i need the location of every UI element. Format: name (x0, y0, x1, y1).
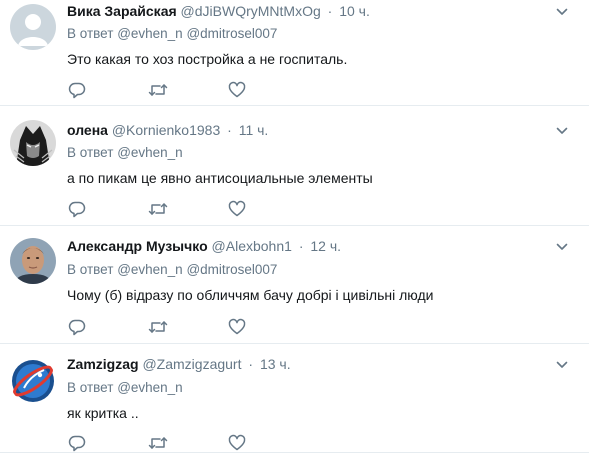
tweet-header: Вика Зарайская @dJiBWQryMNtMxOg · 10 ч. (67, 2, 370, 20)
reply-context: В ответ @evhen_n @dmitrosel007 (67, 25, 277, 43)
reply-mentions[interactable]: @evhen_n @dmitrosel007 (117, 26, 277, 41)
tweet-header: Zamzigzag @Zamzigzagurt · 13 ч. (67, 355, 291, 373)
display-name[interactable]: Александр Музычко (67, 238, 208, 254)
chevron-down-icon[interactable] (556, 124, 568, 136)
display-name[interactable]: Вика Зарайская (67, 3, 177, 19)
chevron-down-icon[interactable] (556, 5, 568, 17)
reply-context: В ответ @evhen_n (67, 144, 183, 162)
user-handle[interactable]: @Alexbohn1 (212, 238, 292, 254)
tweet-header: олена @Kornienko1983 · 11 ч. (67, 121, 268, 139)
tweet-text: а по пикам це явно антисоциальные элемен… (67, 170, 373, 186)
user-handle[interactable]: @Zamzigzagurt (142, 356, 241, 372)
reply-prefix: В ответ (67, 262, 114, 277)
user-handle[interactable]: @dJiBWQryMNtMxOg (181, 3, 321, 19)
heart-icon[interactable] (227, 80, 249, 100)
display-name[interactable]: Zamzigzag (67, 356, 139, 372)
tweet[interactable]: олена @Kornienko1983 · 11 ч. В ответ @ev… (0, 106, 589, 226)
retweet-icon[interactable] (147, 199, 169, 219)
reply-icon[interactable] (67, 317, 89, 337)
reply-prefix: В ответ (67, 26, 114, 41)
timestamp[interactable]: 13 ч. (260, 356, 291, 372)
tweet[interactable]: Zamzigzag @Zamzigzagurt · 13 ч. В ответ … (0, 344, 589, 453)
reply-mentions[interactable]: @evhen_n @dmitrosel007 (117, 262, 277, 277)
heart-icon[interactable] (227, 317, 249, 337)
heart-icon[interactable] (227, 433, 249, 453)
tweet-actions (67, 199, 307, 219)
chevron-down-icon[interactable] (556, 358, 568, 370)
separator-dot: · (248, 356, 254, 372)
reply-context: В ответ @evhen_n @dmitrosel007 (67, 261, 277, 279)
chevron-down-icon[interactable] (556, 240, 568, 252)
retweet-icon[interactable] (147, 317, 169, 337)
separator-dot: · (298, 238, 304, 254)
retweet-icon[interactable] (147, 433, 169, 453)
tweet[interactable]: Вика Зарайская @dJiBWQryMNtMxOg · 10 ч. … (0, 0, 589, 106)
timestamp[interactable]: 11 ч. (239, 122, 269, 138)
timestamp[interactable]: 10 ч. (339, 3, 370, 19)
man-photo-avatar-icon[interactable] (10, 238, 56, 284)
default-profile-icon[interactable] (10, 4, 56, 50)
user-handle[interactable]: @Kornienko1983 (112, 122, 220, 138)
tweet-text: Это какая то хоз постройка а не госпитал… (67, 51, 348, 67)
reply-prefix: В ответ (67, 380, 114, 395)
tweet-text: Чому (б) відразу по обличчям бачу добрі … (67, 287, 434, 303)
tweet-header: Александр Музычко @Alexbohn1 · 12 ч. (67, 237, 341, 255)
tweet-actions (67, 317, 307, 337)
reply-icon[interactable] (67, 80, 89, 100)
reply-mentions[interactable]: @evhen_n (117, 145, 183, 160)
heart-icon[interactable] (227, 199, 249, 219)
tweet-actions (67, 433, 307, 453)
reply-context: В ответ @evhen_n (67, 379, 183, 397)
reply-icon[interactable] (67, 433, 89, 453)
planet-express-logo-icon[interactable] (10, 358, 56, 404)
tweet-actions (67, 80, 307, 100)
display-name[interactable]: олена (67, 122, 108, 138)
separator-dot: · (327, 3, 333, 19)
tweet[interactable]: Александр Музычко @Alexbohn1 · 12 ч. В о… (0, 226, 589, 344)
reply-icon[interactable] (67, 199, 89, 219)
separator-dot: · (227, 122, 232, 138)
tweet-text: як критка .. (67, 405, 139, 421)
timestamp[interactable]: 12 ч. (310, 238, 341, 254)
wolverine-avatar-icon[interactable] (10, 120, 56, 166)
reply-mentions[interactable]: @evhen_n (117, 380, 183, 395)
retweet-icon[interactable] (147, 80, 169, 100)
reply-prefix: В ответ (67, 145, 114, 160)
